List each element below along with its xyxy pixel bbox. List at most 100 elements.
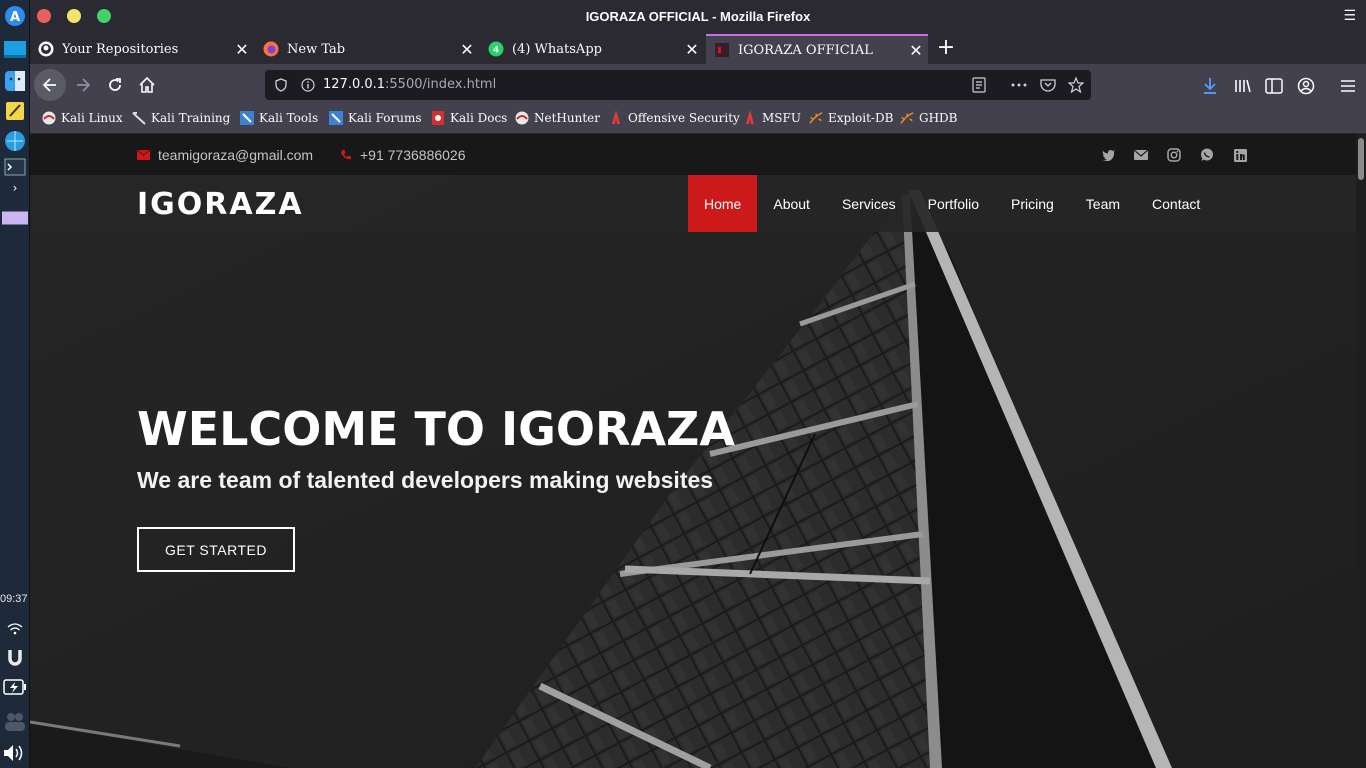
close-tab-icon[interactable]: ✕ xyxy=(680,40,704,59)
bookmark-label: Kali Training xyxy=(151,111,231,125)
scrollbar-thumb[interactable] xyxy=(1358,138,1364,180)
nav-team[interactable]: Team xyxy=(1070,175,1136,232)
email-text: teamigoraza@gmail.com xyxy=(158,147,314,163)
reload-button[interactable] xyxy=(99,69,131,101)
bookmarks-toolbar: Kali Linux Kali Training Kali Tools Kali… xyxy=(30,106,1366,134)
linkedin-icon[interactable] xyxy=(1232,147,1248,163)
mail-icon[interactable] xyxy=(1133,147,1149,163)
bookmark-kali-tools[interactable]: Kali Tools xyxy=(240,111,318,125)
firefox-icon xyxy=(263,41,279,57)
close-tab-icon[interactable]: ✕ xyxy=(904,41,928,60)
bookmark-nethunter[interactable]: NetHunter xyxy=(515,111,600,125)
arrow-left-icon xyxy=(42,78,56,92)
users-icon[interactable] xyxy=(2,708,28,734)
bookmark-msfu[interactable]: MSFU xyxy=(743,110,801,125)
battery-charging-icon[interactable] xyxy=(2,677,28,697)
finder-icon[interactable] xyxy=(2,68,28,94)
kali-training-icon xyxy=(132,111,146,125)
url-host: 127.0.0.1 xyxy=(323,77,386,92)
info-icon[interactable] xyxy=(300,77,316,93)
pocket-icon[interactable] xyxy=(1040,77,1056,93)
site-logo[interactable]: IGORAZA xyxy=(137,187,304,222)
exploitdb-icon xyxy=(809,111,823,125)
bookmark-exploit-db[interactable]: Exploit-DB xyxy=(809,111,893,125)
bookmark-star-icon[interactable] xyxy=(1068,77,1084,93)
tab-label: IGORAZA OFFICIAL xyxy=(738,42,873,58)
kali-docs-icon xyxy=(431,111,445,125)
hero-title: WELCOME TO IGORAZA xyxy=(137,402,735,456)
twitter-icon[interactable] xyxy=(1101,147,1117,163)
shield-icon[interactable] xyxy=(273,77,289,93)
contact-email[interactable]: teamigoraza@gmail.com xyxy=(137,147,313,163)
notes-icon[interactable] xyxy=(2,98,28,124)
contact-phone[interactable]: +91 7736886026 xyxy=(340,147,466,163)
bookmark-kali-training[interactable]: Kali Training xyxy=(132,111,230,125)
page-actions-icon[interactable] xyxy=(1011,77,1027,93)
wifi-icon[interactable] xyxy=(2,620,28,638)
bookmark-label: Kali Linux xyxy=(61,111,123,125)
bookmark-label: MSFU xyxy=(762,111,801,125)
web-page: teamigoraza@gmail.com +91 7736886026 IGO… xyxy=(30,134,1366,768)
envelope-icon xyxy=(137,150,150,160)
tab-igoraza-official[interactable]: IGORAZA OFFICIAL ✕ xyxy=(706,34,928,64)
tab-new-tab[interactable]: New Tab ✕ xyxy=(255,34,479,64)
bookmark-offensive-security[interactable]: Offensive Security xyxy=(609,110,740,125)
chevron-right-icon[interactable]: › xyxy=(2,180,28,196)
whatsapp-icon[interactable] xyxy=(1199,147,1215,163)
bookmark-label: Kali Forums xyxy=(348,111,422,125)
browser-globe-icon[interactable] xyxy=(2,128,28,154)
bookmark-label: NetHunter xyxy=(534,111,601,125)
bookmark-label: Offensive Security xyxy=(628,111,740,125)
workspace-switcher-icon[interactable] xyxy=(2,210,28,226)
ghdb-icon xyxy=(900,111,914,125)
nav-contact[interactable]: Contact xyxy=(1136,175,1216,232)
app-store-icon[interactable]: A xyxy=(2,4,28,28)
library-icon[interactable] xyxy=(1233,76,1253,96)
nav-portfolio[interactable]: Portfolio xyxy=(912,175,995,232)
tab-label: New Tab xyxy=(287,41,346,57)
nav-services[interactable]: Services xyxy=(826,175,912,232)
arrow-right-icon xyxy=(77,78,91,92)
tab-whatsapp[interactable]: 4 (4) WhatsApp ✕ xyxy=(480,34,704,64)
close-tab-icon[interactable]: ✕ xyxy=(230,40,254,59)
bookmark-label: Exploit-DB xyxy=(828,111,894,125)
navigation-toolbar: 127.0.0.1:5500/index.html xyxy=(30,64,1366,106)
dock-clock: 09:37 xyxy=(0,593,28,605)
bookmark-label: Kali Tools xyxy=(259,111,319,125)
sidebar-icon[interactable] xyxy=(1264,76,1284,96)
hero-subtitle: We are team of talented developers makin… xyxy=(137,467,714,493)
bookmark-ghdb[interactable]: GHDB xyxy=(900,111,958,125)
new-tab-button[interactable]: + xyxy=(934,36,958,60)
back-button[interactable] xyxy=(34,69,66,101)
get-started-button[interactable]: GET STARTED xyxy=(137,527,295,572)
nav-home[interactable]: Home xyxy=(688,175,758,232)
close-tab-icon[interactable]: ✕ xyxy=(455,40,479,59)
downloads-icon[interactable] xyxy=(1200,76,1220,96)
volume-icon[interactable] xyxy=(2,740,28,766)
url-bar[interactable]: 127.0.0.1:5500/index.html xyxy=(265,70,1091,100)
bookmark-kali-docs[interactable]: Kali Docs xyxy=(431,111,507,125)
window-menu-icon[interactable]: ☰ xyxy=(1343,8,1356,24)
hamburger-menu-icon[interactable] xyxy=(1338,76,1358,96)
forward-button[interactable] xyxy=(67,69,99,101)
bookmark-kali-linux[interactable]: Kali Linux xyxy=(42,111,123,125)
url-text[interactable]: 127.0.0.1:5500/index.html xyxy=(323,77,496,92)
magnet-icon[interactable] xyxy=(2,646,28,670)
phone-text: +91 7736886026 xyxy=(360,147,466,163)
desktop-icon[interactable] xyxy=(2,36,28,62)
account-icon[interactable] xyxy=(1296,76,1316,96)
instagram-icon[interactable] xyxy=(1166,147,1182,163)
window-titlebar: IGORAZA OFFICIAL - Mozilla Firefox ☰ xyxy=(30,0,1366,34)
kali-tools-icon xyxy=(240,111,254,125)
home-button[interactable] xyxy=(131,69,163,101)
terminal-icon[interactable] xyxy=(2,156,28,178)
nav-about[interactable]: About xyxy=(757,175,826,232)
kali-forums-icon xyxy=(329,111,343,125)
bookmark-kali-forums[interactable]: Kali Forums xyxy=(329,111,422,125)
tab-your-repositories[interactable]: Your Repositories ✕ xyxy=(30,34,254,64)
nav-pricing[interactable]: Pricing xyxy=(995,175,1070,232)
page-scrollbar[interactable] xyxy=(1356,134,1366,768)
reload-icon xyxy=(109,78,121,91)
tab-bar: Your Repositories ✕ New Tab ✕ 4 (4) What… xyxy=(30,34,1366,64)
reader-view-icon[interactable] xyxy=(971,77,987,93)
